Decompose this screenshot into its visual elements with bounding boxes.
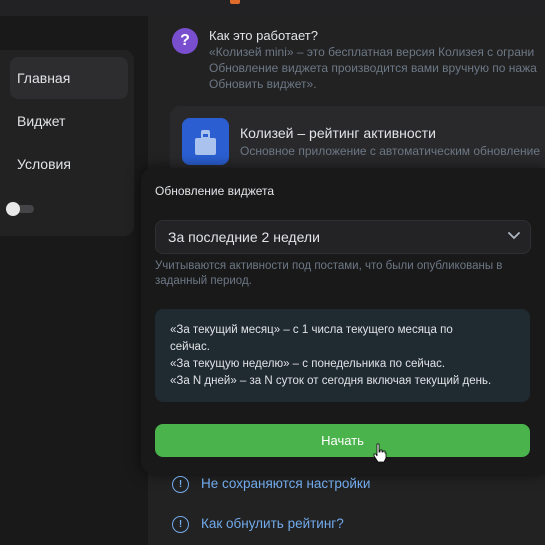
theme-toggle[interactable] [6, 202, 34, 216]
how-line: Обновление виджета производится вами вру… [209, 61, 537, 75]
chevron-down-icon [508, 232, 520, 240]
info-line: «За текущую неделю» – с понедельника по … [170, 358, 446, 370]
how-line: «Колизей mini» – это бесплатная версия К… [209, 45, 535, 59]
question-icon: ? [172, 28, 198, 54]
period-info-box: «За текущий месяц» – с 1 числа текущего … [155, 309, 530, 402]
modal-title: Обновление виджета [155, 184, 275, 198]
toggle-knob [6, 202, 20, 216]
info-icon: ! [172, 476, 189, 493]
faq-settings-not-saved[interactable]: ! Не сохраняются настройки [172, 476, 370, 493]
hand-cursor-icon [373, 443, 387, 463]
colosseum-app-icon [182, 118, 229, 165]
app-subtitle: Основное приложение с автоматическим обн… [240, 144, 541, 158]
sidebar-item-widget[interactable]: Виджет [10, 100, 128, 142]
period-hint: Учитываются активности под постами, что … [155, 260, 503, 287]
faq-label: Как обнулить рейтинг? [201, 516, 344, 532]
info-line: «За N дней» – за N суток от сегодня вклю… [170, 375, 492, 387]
top-bar [0, 0, 545, 16]
faq-reset-rating[interactable]: ! Как обнулить рейтинг? [172, 516, 344, 533]
app-title: Колизей – рейтинг активности [240, 125, 436, 141]
sidebar-item-conditions[interactable]: Условия [10, 143, 128, 185]
faq-label: Не сохраняются настройки [201, 476, 371, 492]
info-icon: ! [172, 516, 189, 533]
sidebar-item-main[interactable]: Главная [10, 57, 128, 99]
how-it-works-text: «Колизей mini» – это бесплатная версия К… [209, 44, 545, 92]
start-button[interactable]: Начать [155, 424, 530, 457]
info-line: «За текущий месяц» – с 1 числа текущего … [170, 324, 453, 336]
how-it-works-title: Как это работает? [209, 28, 318, 43]
info-line: сейчас. [170, 341, 210, 353]
top-bar-orange-mark [230, 0, 240, 4]
period-select[interactable]: За последние 2 недели [155, 220, 531, 254]
how-line: Обновить виджет». [209, 77, 317, 91]
